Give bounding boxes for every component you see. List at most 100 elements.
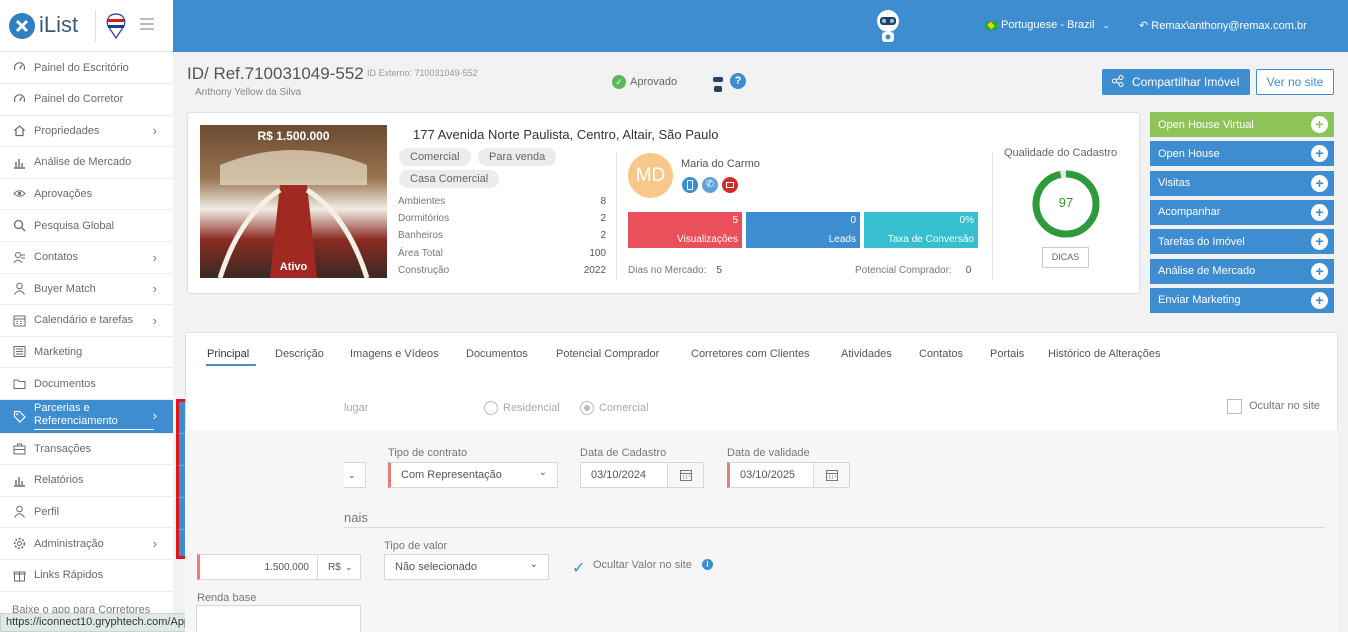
sidebar-item-label: Marketing [34,345,83,358]
validity-date-input[interactable]: 03/10/2025 [727,462,814,488]
sidebar-item[interactable]: Aprovações [0,178,173,211]
sidebar-item[interactable]: Painel do Escritório [0,52,173,84]
tab[interactable]: Portais [990,348,1024,360]
action-button[interactable]: Acompanhar + [1150,199,1334,225]
quality-score: 97 [1058,195,1074,210]
info-icon[interactable]: i [702,559,713,570]
action-button[interactable]: Open House Virtual + [1150,112,1334,137]
tab[interactable]: Histórico de Alterações [1048,348,1161,360]
sidebar-item[interactable]: Propriedades › [0,115,173,148]
price-value: 1.500.000 [264,561,310,573]
agent-avatar: MD [628,153,673,198]
registration-date-input[interactable]: 03/10/2024 [580,462,668,488]
sidebar-item[interactable]: Análise de Mercado [0,147,173,179]
action-button-label: Análise de Mercado [1158,265,1256,277]
plus-icon: + [1311,233,1328,251]
eye-icon [12,187,26,201]
help-icon[interactable]: ? [730,73,746,89]
hamburger-menu-icon[interactable] [140,18,154,30]
view-on-site-button[interactable]: Ver no site [1256,69,1334,95]
sidebar-item[interactable]: Transações [0,433,173,466]
ilist-logo-text: iList [39,12,79,37]
home-icon [12,124,26,138]
user-icon [12,282,26,296]
robot-small-icon[interactable] [709,72,727,92]
tab[interactable]: Corretores com Clientes [691,348,810,360]
property-price: R$ 1.500.000 [257,129,330,143]
tab[interactable]: Imagens e Vídeos [350,348,439,360]
sidebar-item[interactable]: Links Rápidos [0,560,173,592]
property-tag: Para venda [478,148,557,166]
tab[interactable]: Descrição [275,348,324,360]
sidebar-item[interactable]: Marketing [0,336,173,369]
tab[interactable]: Atividades [841,348,892,360]
external-id: ID Externo: 710031049-552 [367,68,478,78]
rent-option-label[interactable]: lugar [344,402,368,414]
owner-name: Anthony Yellow da Silva [195,87,302,98]
plus-icon: + [1311,291,1328,309]
tab[interactable]: Principal [207,348,249,360]
property-address: 177 Avenida Norte Paulista, Centro, Alta… [413,127,719,142]
price-input[interactable]: 1.500.000 [197,554,318,580]
tab[interactable]: Documentos [466,348,528,360]
hide-value-label: Ocultar Valor no site [593,559,692,571]
property-photo[interactable]: R$ 1.500.000 Ativo [200,125,387,278]
sidebar-item-label: Documentos [34,377,96,390]
contract-type-value: Com Representação [401,469,502,481]
sidebar-item[interactable]: Parcerias e Referenciamento › [0,399,173,434]
contract-type-select[interactable]: Com Representação ⌄ [388,462,558,488]
property-photo-status: Ativo [279,261,308,273]
sidebar-item[interactable]: Painel do Corretor [0,84,173,116]
ilist-logo-icon[interactable] [9,13,35,39]
action-button[interactable]: Open House + [1150,141,1334,167]
radio-residencial[interactable] [484,401,498,415]
sidebar-item[interactable]: Contatos › [0,242,173,274]
share-property-button[interactable]: Compartilhar Imóvel [1102,69,1250,95]
currency-select[interactable]: R$ ⌄ [317,554,361,580]
calendar-icon[interactable] [667,462,704,488]
user-menu[interactable]: ↶ Remax\anthony@remax.com.br [1139,19,1307,32]
stat-box: 0% Taxa de Conversão [864,212,978,248]
bar-chart-icon [12,473,26,487]
section-divider [344,527,1325,528]
residencial-label: Residencial [503,402,560,414]
brand-area: iList [0,0,173,52]
phone-icon[interactable]: ✆ [702,177,718,193]
robot-assistant-icon[interactable] [873,8,903,44]
stat-box: 0 Leads [746,212,860,248]
sidebar-item[interactable]: Buyer Match › [0,273,173,306]
email-icon[interactable] [722,177,738,193]
action-button[interactable]: Tarefas do Imóvel + [1150,229,1334,255]
sidebar-item[interactable]: Calendário e tarefas › [0,305,173,337]
sidebar-item[interactable]: Relatórios [0,465,173,497]
action-button[interactable]: Análise de Mercado + [1150,258,1334,284]
tips-button[interactable]: DICAS [1042,247,1089,268]
form-area [185,430,1338,632]
mobile-phone-icon[interactable] [682,177,698,193]
plus-icon: + [1311,203,1328,221]
hide-on-site-checkbox[interactable] [1227,399,1242,414]
sidebar-item[interactable]: Administração › [0,528,173,560]
tag-icon [12,409,26,423]
language-selector[interactable]: Portuguese - Brazil ⌄ [985,19,1110,31]
plus-icon: + [1311,145,1328,163]
bar-chart-icon [12,155,26,169]
calendar-icon[interactable] [813,462,850,488]
chevron-right-icon: › [152,312,157,328]
radio-comercial[interactable] [580,401,594,415]
sidebar-item[interactable]: Perfil [0,496,173,529]
tab[interactable]: Potencial Comprador [556,348,659,360]
hide-value-check-icon[interactable]: ✓ [572,558,585,578]
sidebar-item[interactable]: Pesquisa Global [0,210,173,242]
action-button[interactable]: Enviar Marketing + [1150,287,1334,313]
feature-value: 2 [600,213,606,225]
action-button[interactable]: Visitas + [1150,170,1334,196]
tab[interactable]: Contatos [919,348,963,360]
feature-label: Área Total [398,247,443,259]
partial-select[interactable]: ⌄ [344,462,366,488]
sidebar-item[interactable]: Documentos [0,368,173,400]
days-on-market: Dias no Mercado: 5 [628,265,722,276]
share-icon [1112,74,1124,90]
value-type-select[interactable]: Não selecionado ⌄ [384,554,549,580]
base-income-input[interactable] [196,605,361,632]
